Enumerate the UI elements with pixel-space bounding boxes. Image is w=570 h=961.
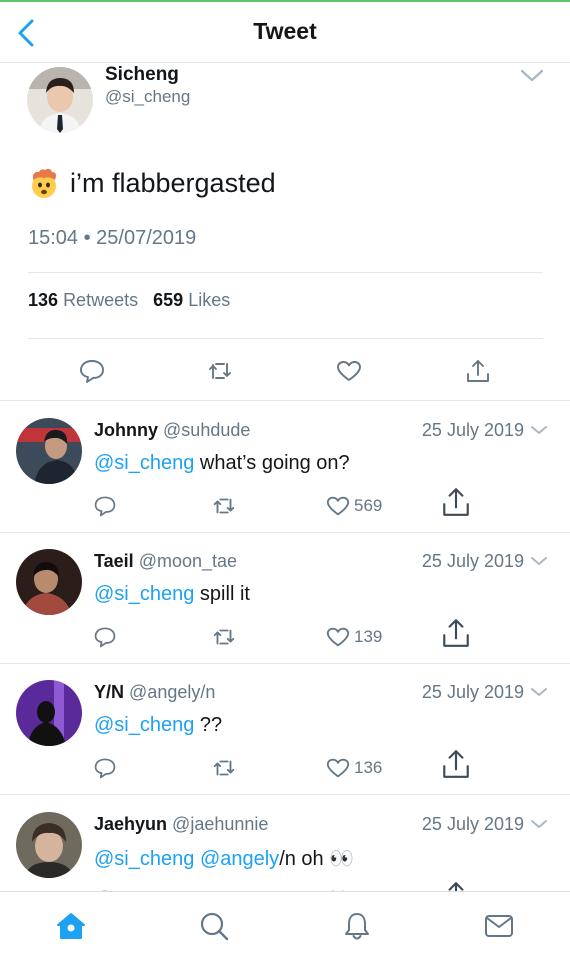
reply-name: Taeil [94,551,134,571]
reply-author[interactable]: Taeil @moon_tae [94,551,237,572]
reply-name: Y/N [94,682,125,702]
retweet-icon[interactable] [206,357,234,385]
user-handle[interactable]: @si_cheng [105,87,190,107]
reply-text: @si_cheng spill it [94,583,250,606]
reply-item[interactable]: Jaehyun @jaehunnie 25 July 2019 @si_chen… [0,795,570,891]
chevron-down-icon[interactable] [530,687,548,698]
mention-link[interactable]: @si_cheng [94,714,194,736]
chevron-down-icon[interactable] [530,425,548,436]
tab-bar [0,891,570,961]
reply-text: @si_cheng what’s going on? [94,452,350,475]
avatar[interactable] [16,680,82,746]
avatar[interactable] [16,549,82,615]
reply-body: what’s going on? [194,452,350,474]
reply-body: spill it [194,583,250,605]
mention-link[interactable]: @si_cheng [94,583,194,605]
tweet-stats[interactable]: 136 Retweets 659 Likes [28,290,230,311]
avatar[interactable] [16,418,82,484]
exploding-head-emoji [32,168,56,198]
reply-handle: @angely/n [129,682,216,702]
tweet-text: i’m flabbergasted [28,167,276,199]
avatar[interactable] [27,67,93,133]
reply-body: /n oh 👀 [279,848,355,870]
reply-date: 25 July 2019 [421,551,524,571]
like-button[interactable]: 139 [325,624,382,650]
reply-item[interactable]: Johnny @suhdude 25 July 2019 @si_cheng w… [0,401,570,533]
reply-name: Jaehyun [94,814,168,834]
page-title: Tweet [253,18,317,44]
reply-text: @si_cheng ?? [94,714,222,737]
retweet-count: 136 [28,290,59,310]
tweet-body: i’m flabbergasted [70,167,276,198]
reply-icon[interactable] [78,357,106,385]
reply-author[interactable]: Y/N @angely/n [94,682,215,703]
reply-handle: @moon_tae [138,551,238,571]
mention-link[interactable]: @si_cheng [94,452,194,474]
user-name[interactable]: Sicheng [105,64,179,86]
like-button[interactable]: 136 [325,755,382,781]
messages-icon[interactable] [483,910,515,942]
like-icon[interactable] [335,357,363,385]
reply-handle: @suhdude [163,420,251,440]
like-button[interactable]: 569 [325,493,382,519]
mention-link[interactable]: @si_cheng [94,848,194,870]
share-icon[interactable] [464,357,492,385]
chevron-down-icon[interactable] [530,556,548,567]
retweet-label: Retweets [63,290,139,310]
retweet-icon[interactable] [211,755,237,781]
search-icon[interactable] [198,910,230,942]
chevron-down-icon[interactable] [520,69,544,83]
top-bar: Tweet [0,2,570,63]
share-icon[interactable] [441,882,471,891]
retweet-icon[interactable] [211,493,237,519]
reply-date: 25 July 2019 [421,682,524,702]
reply-date: 25 July 2019 [421,420,524,440]
share-icon[interactable] [441,488,471,516]
like-icon [326,627,350,647]
reply-handle: @jaehunnie [172,814,269,834]
like-count: 659 [153,290,184,310]
like-count: 136 [354,758,383,777]
chevron-down-icon[interactable] [530,819,548,830]
reply-item[interactable]: Taeil @moon_tae 25 July 2019 @si_cheng s… [0,532,570,664]
reply-text: @si_cheng @angely/n oh 👀 [94,846,354,871]
reply-icon[interactable] [93,755,117,781]
reply-author[interactable]: Johnny @suhdude [94,420,250,441]
avatar[interactable] [16,812,82,878]
like-count: 139 [354,627,383,646]
like-icon [326,496,350,516]
reply-icon[interactable] [93,493,117,519]
reply-body: ?? [194,714,223,736]
reply-name: Johnny [94,420,159,440]
reply-icon[interactable] [93,624,117,650]
reply-item[interactable]: Y/N @angely/n 25 July 2019 @si_cheng ?? … [0,663,570,795]
reply-author[interactable]: Jaehyun @jaehunnie [94,814,268,835]
notifications-icon[interactable] [341,910,373,942]
tweet-timestamp: 15:04 • 25/07/2019 [28,227,197,249]
share-icon[interactable] [441,619,471,647]
home-icon[interactable] [55,910,87,942]
like-icon [326,758,350,778]
share-icon[interactable] [441,750,471,778]
divider [28,338,543,339]
mention-link[interactable]: @angely [200,848,279,870]
reply-date: 25 July 2019 [421,814,524,834]
main-tweet: Sicheng @si_cheng i’m flabbergasted 15:0… [0,63,570,401]
retweet-icon[interactable] [211,624,237,650]
like-count: 569 [354,496,383,515]
divider [28,272,543,273]
like-label: Likes [188,290,231,310]
